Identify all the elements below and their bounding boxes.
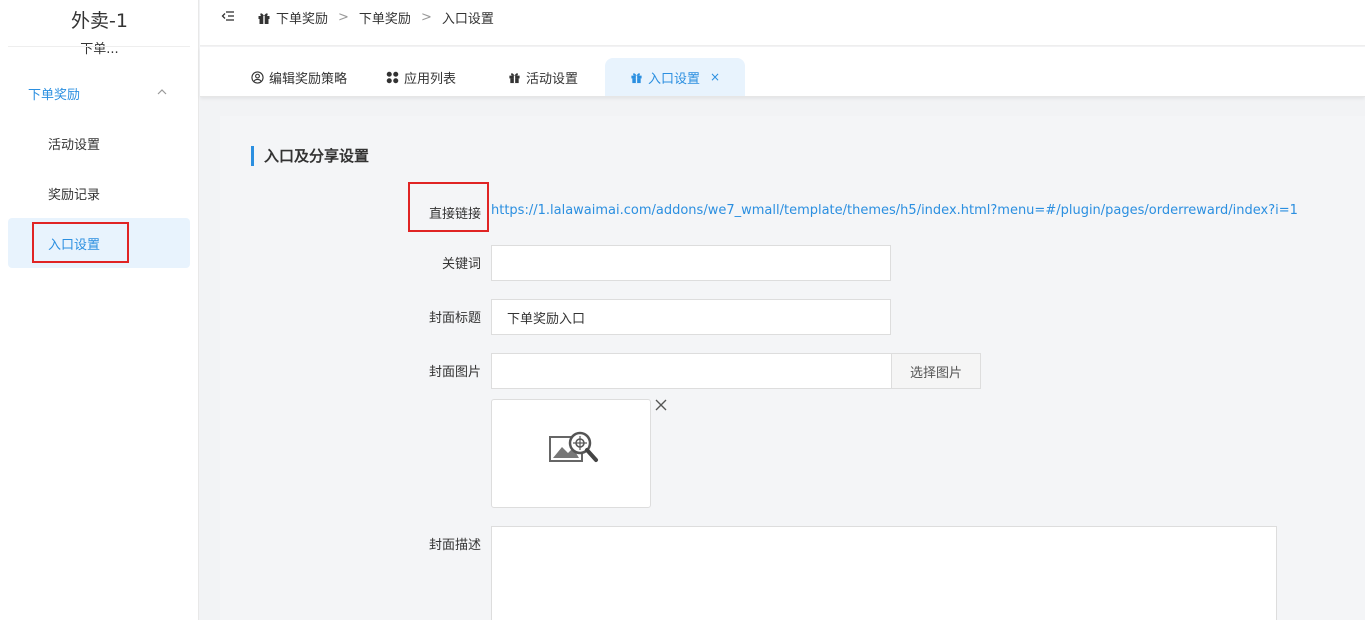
sidebar-item-reward-records[interactable]: 奖励记录 (8, 168, 190, 218)
tab-entry-settings[interactable]: 入口设置 × (605, 58, 746, 96)
sidebar-item-label: 入口设置 (48, 237, 101, 253)
breadcrumb-separator: > (338, 10, 349, 25)
app-subtitle: 下单... (80, 42, 119, 57)
image-placeholder (498, 406, 646, 491)
breadcrumb-label: 入口设置 (441, 12, 494, 27)
sidebar-group-order-reward[interactable]: 下单奖励 (0, 73, 199, 113)
cover-desc-textarea[interactable] (491, 526, 1277, 620)
user-circle-icon (251, 70, 264, 84)
direct-link-label: 直接链接 (428, 207, 481, 222)
menu-collapse-icon[interactable] (220, 8, 236, 24)
sidebar-item-entry-settings[interactable]: 入口设置 (8, 218, 190, 268)
breadcrumb: 下单奖励 > 下单奖励 > 入口设置 (257, 8, 494, 27)
gift-icon (509, 72, 520, 83)
tab-close-icon[interactable]: × (710, 70, 720, 84)
chevron-up-icon (157, 89, 167, 95)
cover-title-input[interactable]: 下单奖励入口 (491, 299, 891, 335)
pick-image-button[interactable]: 选择图片 (891, 353, 981, 389)
sidebar-divider (8, 46, 190, 47)
app-title: 外卖-1 (71, 10, 128, 32)
breadcrumb-item[interactable]: 下单奖励 (359, 8, 411, 27)
cover-image-label: 封面图片 (428, 365, 481, 380)
breadcrumb-item[interactable]: 下单奖励 (257, 8, 328, 27)
breadcrumb-label: 下单奖励 (276, 12, 329, 27)
tab-activity-settings[interactable]: 活动设置 (508, 58, 578, 96)
top-header: 下单奖励 > 下单奖励 > 入口设置 (200, 0, 1365, 46)
tab-label: 编辑奖励策略 (269, 71, 348, 87)
sidebar-group-label: 下单奖励 (28, 87, 81, 103)
cover-image-preview (491, 399, 651, 508)
section-title: 入口及分享设置 (251, 146, 369, 166)
sidebar-item-label: 活动设置 (48, 137, 101, 153)
grid-icon (386, 71, 399, 83)
remove-image-icon[interactable] (654, 398, 668, 412)
breadcrumb-label: 下单奖励 (358, 12, 411, 27)
tab-label: 活动设置 (526, 71, 579, 87)
tab-label: 应用列表 (404, 71, 457, 87)
keyword-label: 关键词 (441, 257, 481, 272)
sidebar: 外卖-1 下单... 下单奖励 活动设置 奖励记录 入口设置 (0, 0, 199, 620)
tab-app-list[interactable]: 应用列表 (386, 58, 456, 96)
main-content: 入口及分享设置 直接链接 https://1.lalawaimai.com/ad… (220, 116, 1365, 620)
tab-bar: 编辑奖励策略 应用列表 活动设置 入口设置 × (200, 47, 1365, 97)
tab-edit-reward-strategy[interactable]: 编辑奖励策略 (251, 58, 347, 96)
breadcrumb-separator: > (420, 10, 432, 25)
direct-link-url[interactable]: https://1.lalawaimai.com/addons/we7_wmal… (491, 203, 1298, 218)
sidebar-item-label: 奖励记录 (48, 187, 101, 203)
cover-image-input[interactable] (491, 353, 892, 389)
gift-icon (258, 12, 270, 24)
breadcrumb-item-current: 入口设置 (442, 8, 494, 27)
image-search-icon (549, 431, 598, 462)
cover-desc-label: 封面描述 (428, 538, 481, 553)
sidebar-item-activity-settings[interactable]: 活动设置 (8, 118, 190, 168)
tab-label: 入口设置 (648, 71, 701, 87)
keyword-input[interactable] (491, 245, 891, 281)
cover-title-label: 封面标题 (428, 311, 481, 326)
gift-icon (631, 72, 642, 83)
